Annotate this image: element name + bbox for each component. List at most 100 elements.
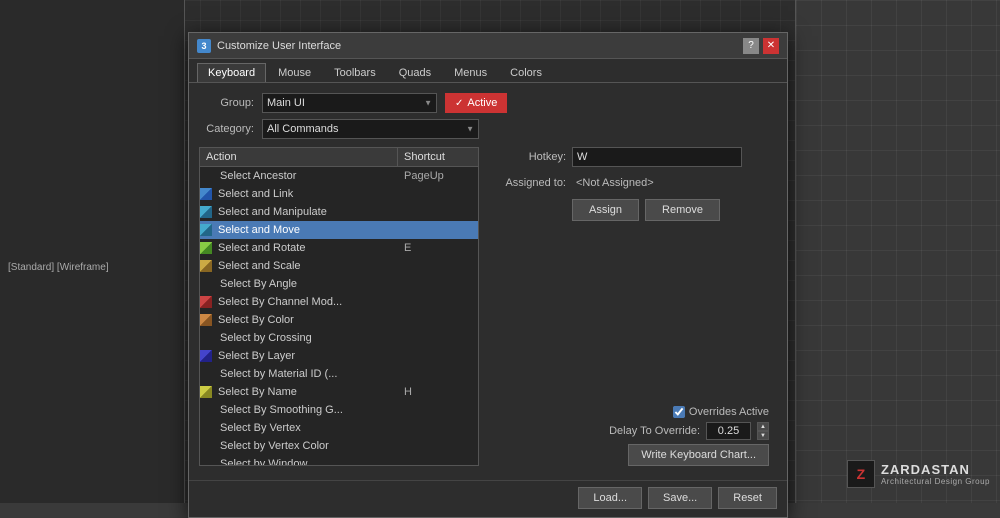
hotkey-col: Hotkey: Assigned to: <Not Assigned> Assi…: [491, 147, 777, 466]
customize-ui-dialog: 3 Customize User Interface ? ✕ Keyboard …: [188, 32, 788, 518]
delay-label: Delay To Override:: [609, 425, 700, 437]
tab-menus[interactable]: Menus: [443, 63, 498, 82]
reset-button[interactable]: Reset: [718, 487, 777, 509]
scale-icon: [200, 260, 212, 272]
group-label: Group:: [199, 97, 254, 109]
dialog-title-icon: 3: [197, 39, 211, 53]
delay-row: Delay To Override: ▲ ▼: [491, 422, 777, 440]
action-list[interactable]: Select Ancestor PageUp Select and Link S…: [199, 166, 479, 466]
list-item[interactable]: Select Ancestor PageUp: [200, 167, 478, 185]
active-checkmark: ✓: [455, 98, 463, 109]
action-name: Select By Name: [214, 385, 398, 399]
spinner-up[interactable]: ▲: [757, 422, 769, 431]
tab-colors[interactable]: Colors: [499, 63, 553, 82]
dialog-content: Group: Main UI ▼ ✓ Active Category: All …: [189, 83, 787, 476]
active-button[interactable]: ✓ Active: [445, 93, 507, 113]
logo-icon: Z: [847, 460, 875, 488]
assigned-value: <Not Assigned>: [572, 175, 742, 191]
list-item[interactable]: Select By Color: [200, 311, 478, 329]
tab-quads[interactable]: Quads: [388, 63, 442, 82]
delay-input[interactable]: [706, 422, 751, 440]
action-shortcut: [398, 427, 478, 429]
list-item[interactable]: Select By Vertex: [200, 419, 478, 437]
list-item[interactable]: Select and Manipulate: [200, 203, 478, 221]
overrides-checkbox-row: Overrides Active: [491, 406, 777, 418]
action-shortcut: [398, 445, 478, 447]
action-name: Select and Manipulate: [214, 205, 398, 219]
action-name: Select By Channel Mod...: [214, 295, 398, 309]
action-name: Select by Window: [200, 457, 398, 466]
tab-bar: Keyboard Mouse Toolbars Quads Menus Colo…: [189, 59, 787, 83]
action-name: Select By Vertex: [200, 421, 398, 435]
tab-keyboard[interactable]: Keyboard: [197, 63, 266, 82]
list-item[interactable]: Select By Name H: [200, 383, 478, 401]
help-button[interactable]: ?: [743, 38, 759, 54]
list-item[interactable]: Select and Link: [200, 185, 478, 203]
delay-spinner: ▲ ▼: [757, 422, 769, 440]
channel-icon: [200, 296, 212, 308]
manipulate-icon: [200, 206, 212, 218]
list-item[interactable]: Select by Vertex Color: [200, 437, 478, 455]
name-icon: [200, 386, 212, 398]
list-item[interactable]: Select By Layer: [200, 347, 478, 365]
action-name: Select and Move: [214, 223, 398, 237]
list-item[interactable]: Select by Material ID (...: [200, 365, 478, 383]
action-shortcut: [398, 211, 478, 213]
action-shortcut: PageUp: [398, 169, 478, 183]
action-list-col: Action Shortcut Select Ancestor PageUp S…: [199, 147, 479, 466]
write-chart-row: Write Keyboard Chart...: [491, 444, 777, 466]
logo-text: ZARDASTAN Architectural Design Group: [881, 462, 990, 486]
overrides-label: Overrides Active: [689, 406, 769, 418]
viewport-label: [Standard] [Wireframe]: [8, 262, 109, 273]
close-button[interactable]: ✕: [763, 38, 779, 54]
list-item-selected[interactable]: Select and Move: [200, 221, 478, 239]
spinner-down[interactable]: ▼: [757, 431, 769, 440]
action-name: Select By Color: [214, 313, 398, 327]
assigned-label: Assigned to:: [491, 177, 566, 189]
list-item[interactable]: Select By Smoothing G...: [200, 401, 478, 419]
col-header-action: Action: [200, 148, 398, 166]
action-shortcut: [398, 319, 478, 321]
col-header-shortcut: Shortcut: [398, 148, 478, 166]
logo: Z ZARDASTAN Architectural Design Group: [847, 460, 990, 488]
action-shortcut: [398, 229, 478, 231]
hotkey-row: Hotkey:: [491, 147, 777, 167]
action-shortcut: [398, 265, 478, 267]
category-dropdown-arrow: ▼: [466, 125, 474, 134]
action-name: Select Ancestor: [200, 169, 398, 183]
action-shortcut: [398, 463, 478, 465]
list-item[interactable]: Select by Crossing: [200, 329, 478, 347]
hotkey-input[interactable]: [572, 147, 742, 167]
tab-toolbars[interactable]: Toolbars: [323, 63, 387, 82]
write-chart-button[interactable]: Write Keyboard Chart...: [628, 444, 769, 466]
dialog-title: Customize User Interface: [217, 40, 341, 52]
list-item[interactable]: Select and Scale: [200, 257, 478, 275]
action-shortcut: [398, 301, 478, 303]
tab-mouse[interactable]: Mouse: [267, 63, 322, 82]
list-item[interactable]: Select by Window: [200, 455, 478, 466]
category-dropdown[interactable]: All Commands ▼: [262, 119, 479, 139]
category-row: Category: All Commands ▼: [199, 119, 777, 139]
save-button[interactable]: Save...: [648, 487, 712, 509]
list-item[interactable]: Select By Angle: [200, 275, 478, 293]
overrides-checkbox[interactable]: [673, 406, 685, 418]
logo-main-text: ZARDASTAN: [881, 462, 990, 477]
assign-button[interactable]: Assign: [572, 199, 639, 221]
list-item[interactable]: Select and Rotate E: [200, 239, 478, 257]
remove-button[interactable]: Remove: [645, 199, 720, 221]
action-name: Select and Scale: [214, 259, 398, 273]
list-item[interactable]: Select By Channel Mod...: [200, 293, 478, 311]
rotate-icon: [200, 242, 212, 254]
action-shortcut: H: [398, 385, 478, 399]
group-dropdown[interactable]: Main UI ▼: [262, 93, 437, 113]
viewport-grid: [796, 0, 1000, 503]
link-icon: [200, 188, 212, 200]
bottom-buttons: Load... Save... Reset: [189, 480, 787, 517]
overrides-section: Overrides Active Delay To Override: ▲ ▼ …: [491, 246, 777, 466]
group-dropdown-arrow: ▼: [424, 99, 432, 108]
load-button[interactable]: Load...: [578, 487, 642, 509]
move-icon: [200, 224, 212, 236]
color-icon: [200, 314, 212, 326]
right-viewport-panel: Z ZARDASTAN Architectural Design Group: [795, 0, 1000, 503]
assign-remove-row: Assign Remove: [491, 199, 777, 221]
